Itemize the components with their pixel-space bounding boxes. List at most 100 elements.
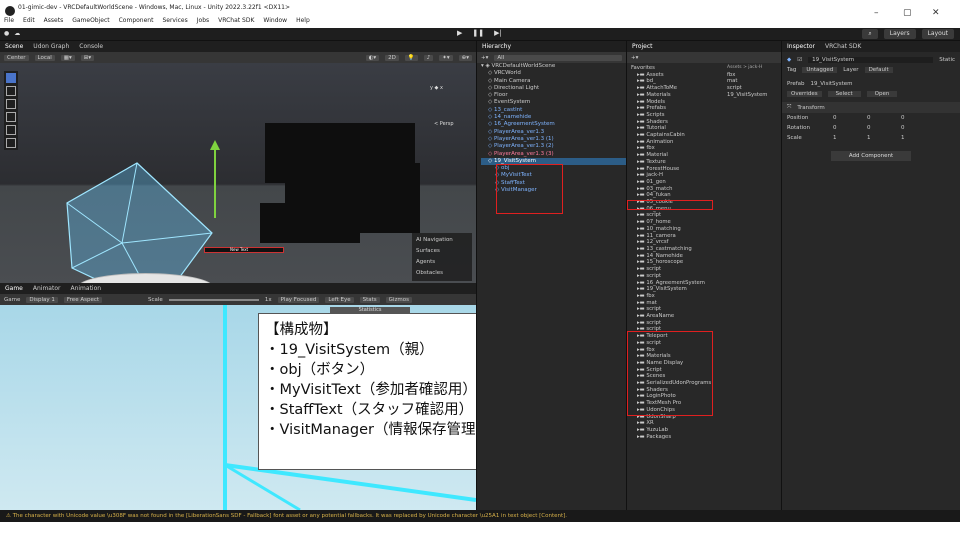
nav-surfaces[interactable]: Surfaces bbox=[416, 246, 468, 257]
project-folder[interactable]: ▸▬ script bbox=[627, 212, 725, 219]
gizmos-dropdown[interactable]: Gizmos bbox=[385, 296, 412, 303]
project-folder[interactable]: ▸▬ Prefabs bbox=[627, 105, 725, 112]
project-folder[interactable]: ▸▬ Animation bbox=[627, 139, 725, 146]
aspect-dropdown[interactable]: Free Aspect bbox=[63, 296, 103, 303]
active-checkbox[interactable]: ☑ bbox=[797, 57, 802, 63]
hierarchy-item[interactable]: ◇ PlayerArea_ver1.3 bbox=[481, 129, 626, 136]
project-folder[interactable]: ▸▬ 12_vrcsf bbox=[627, 239, 725, 246]
eye-dropdown[interactable]: Left Eye bbox=[325, 296, 354, 303]
grid-item[interactable]: script bbox=[727, 85, 782, 92]
stats-button[interactable]: Stats bbox=[359, 296, 380, 303]
project-folder[interactable]: ▸▬ Packages bbox=[627, 434, 725, 441]
hierarchy-item[interactable]: ◇ EventSystem bbox=[481, 99, 626, 106]
project-folder[interactable]: ▸▬ 16_AgreementSystem bbox=[627, 280, 725, 287]
hierarchy-item[interactable]: ◇ PlayerArea_ver1.3 (1) bbox=[481, 136, 626, 143]
cloud-icon[interactable]: ☁ bbox=[14, 30, 20, 37]
hierarchy-item[interactable]: ▾ ◈ VRCDefaultWorldScene bbox=[481, 63, 626, 70]
project-folder[interactable]: ▸▬ 11_camera bbox=[627, 233, 725, 240]
display-dropdown[interactable]: Display 1 bbox=[26, 296, 58, 303]
hierarchy-item[interactable]: ◇ 13_castlnt bbox=[481, 107, 626, 114]
tab-udon-graph[interactable]: Udon Graph bbox=[33, 43, 69, 50]
project-folder[interactable]: ▸▬ Texture bbox=[627, 159, 725, 166]
project-folder[interactable]: ▸▬ 10_matching bbox=[627, 226, 725, 233]
effects-dropdown[interactable]: ✦▾ bbox=[439, 54, 453, 61]
gizmo-dropdown[interactable]: ⊕▾ bbox=[458, 54, 472, 61]
audio-icon[interactable]: ♪ bbox=[423, 54, 434, 61]
account-icon[interactable]: ● bbox=[4, 30, 9, 37]
tab-game[interactable]: Game bbox=[5, 285, 23, 292]
project-folder[interactable]: ▸▬ 04_fukan bbox=[627, 192, 725, 199]
menu-item[interactable]: Assets bbox=[44, 17, 64, 24]
project-folder[interactable]: ▸▬ 01_gen bbox=[627, 179, 725, 186]
tab-console[interactable]: Console bbox=[79, 43, 103, 50]
project-folder[interactable]: ▸▬ mat bbox=[627, 300, 725, 307]
status-message[interactable]: The character with Unicode value \u308F … bbox=[13, 513, 567, 519]
transform-z-field[interactable]: 1 bbox=[901, 135, 929, 141]
transform-y-field[interactable]: 0 bbox=[867, 125, 895, 131]
project-breadcrumb[interactable]: Assets > jack-H bbox=[727, 65, 782, 72]
scale-tool-icon[interactable] bbox=[6, 112, 16, 122]
project-folder[interactable]: ▸▬ 14_Namehide bbox=[627, 253, 725, 260]
grid-item[interactable]: fbx bbox=[727, 72, 782, 79]
grid-item[interactable]: 19_VisitSystem bbox=[727, 92, 782, 99]
project-folder[interactable]: ▸▬ 13_castmatching bbox=[627, 246, 725, 253]
project-folder[interactable]: ▸▬ ForestHouse bbox=[627, 166, 725, 173]
tab-hierarchy[interactable]: Hierarchy bbox=[482, 43, 511, 50]
grid-item[interactable]: mat bbox=[727, 78, 782, 85]
transform-y-field[interactable]: 0 bbox=[867, 115, 895, 121]
transform-x-field[interactable]: 1 bbox=[833, 135, 861, 141]
static-toggle[interactable]: Static bbox=[939, 57, 955, 63]
hierarchy-item[interactable]: ◇ Main Camera bbox=[481, 78, 626, 85]
project-folder[interactable]: ▸▬ fbx bbox=[627, 145, 725, 152]
hierarchy-add-button[interactable]: +▾ bbox=[481, 55, 488, 61]
favorites-header[interactable]: Favorites bbox=[627, 65, 725, 72]
game-display-dropdown[interactable]: Game bbox=[4, 297, 20, 303]
object-name-field[interactable]: 19_VisitSystem bbox=[808, 57, 934, 63]
transform-x-field[interactable]: 0 bbox=[833, 125, 861, 131]
project-folder[interactable]: ▸▬ Shaders bbox=[627, 119, 725, 126]
project-folder[interactable]: ▸▬ bd_ bbox=[627, 78, 725, 85]
hierarchy-search-input[interactable]: All bbox=[494, 54, 622, 61]
space-dropdown[interactable]: Local bbox=[34, 54, 55, 61]
project-add-button[interactable]: +▾ bbox=[631, 55, 638, 61]
hierarchy-item[interactable]: ◇ PlayerArea_ver1.3 (3) bbox=[481, 151, 626, 158]
move-gizmo[interactable] bbox=[205, 138, 225, 218]
overrides-dropdown[interactable]: Overrides bbox=[787, 91, 822, 97]
prefab-field[interactable]: 19_VisitSystem bbox=[811, 81, 853, 87]
menu-item[interactable]: GameObject bbox=[72, 17, 109, 24]
menu-item[interactable]: Window bbox=[263, 17, 287, 24]
step-button[interactable]: ▶| bbox=[494, 29, 502, 37]
project-folder[interactable]: ▸▬ XR bbox=[627, 420, 725, 427]
nav-agents[interactable]: Agents bbox=[416, 257, 468, 268]
project-folder[interactable]: ▸▬ fbx bbox=[627, 293, 725, 300]
hierarchy-item[interactable]: ◇ Floor bbox=[481, 92, 626, 99]
project-folder[interactable]: ▸▬ Models bbox=[627, 99, 725, 106]
pivot-dropdown[interactable]: Center bbox=[4, 54, 29, 61]
project-folder[interactable]: ▸▬ jack-H bbox=[627, 172, 725, 179]
nav-obstacles[interactable]: Obstacles bbox=[416, 268, 468, 279]
project-folder[interactable]: ▸▬ script bbox=[627, 320, 725, 327]
maximize-button[interactable]: ▢ bbox=[903, 8, 912, 18]
mode-2d-button[interactable]: 2D bbox=[385, 54, 399, 61]
project-folder[interactable]: ▸▬ script bbox=[627, 273, 725, 280]
search-icon[interactable]: ⌕ bbox=[862, 29, 878, 39]
project-folder[interactable]: ▸▬ Material bbox=[627, 152, 725, 159]
add-component-button[interactable]: Add Component bbox=[831, 151, 911, 161]
transform-y-field[interactable]: 1 bbox=[867, 135, 895, 141]
transform-z-field[interactable]: 0 bbox=[901, 115, 929, 121]
tab-scene[interactable]: Scene bbox=[5, 43, 23, 50]
hierarchy-item[interactable]: ◇ PlayerArea_ver1.3 (2) bbox=[481, 143, 626, 150]
project-folder[interactable]: ▸▬ AttachToMe bbox=[627, 85, 725, 92]
minimize-button[interactable]: – bbox=[874, 8, 879, 18]
hierarchy-item[interactable]: ◇ VRCWorld bbox=[481, 70, 626, 77]
tag-dropdown[interactable]: Untagged bbox=[802, 67, 838, 73]
project-folder[interactable]: ▸▬ AreaName bbox=[627, 313, 725, 320]
scale-slider[interactable] bbox=[168, 298, 259, 301]
menu-item[interactable]: Services bbox=[162, 17, 187, 24]
move-tool-icon[interactable] bbox=[6, 86, 16, 96]
project-folder[interactable]: ▸▬ 07_home bbox=[627, 219, 725, 226]
hand-tool-icon[interactable] bbox=[6, 73, 16, 83]
hierarchy-item[interactable]: ◇ Directional Light bbox=[481, 85, 626, 92]
project-folder[interactable]: ▸▬ 19_VisitSystem bbox=[627, 286, 725, 293]
menu-item[interactable]: File bbox=[4, 17, 14, 24]
